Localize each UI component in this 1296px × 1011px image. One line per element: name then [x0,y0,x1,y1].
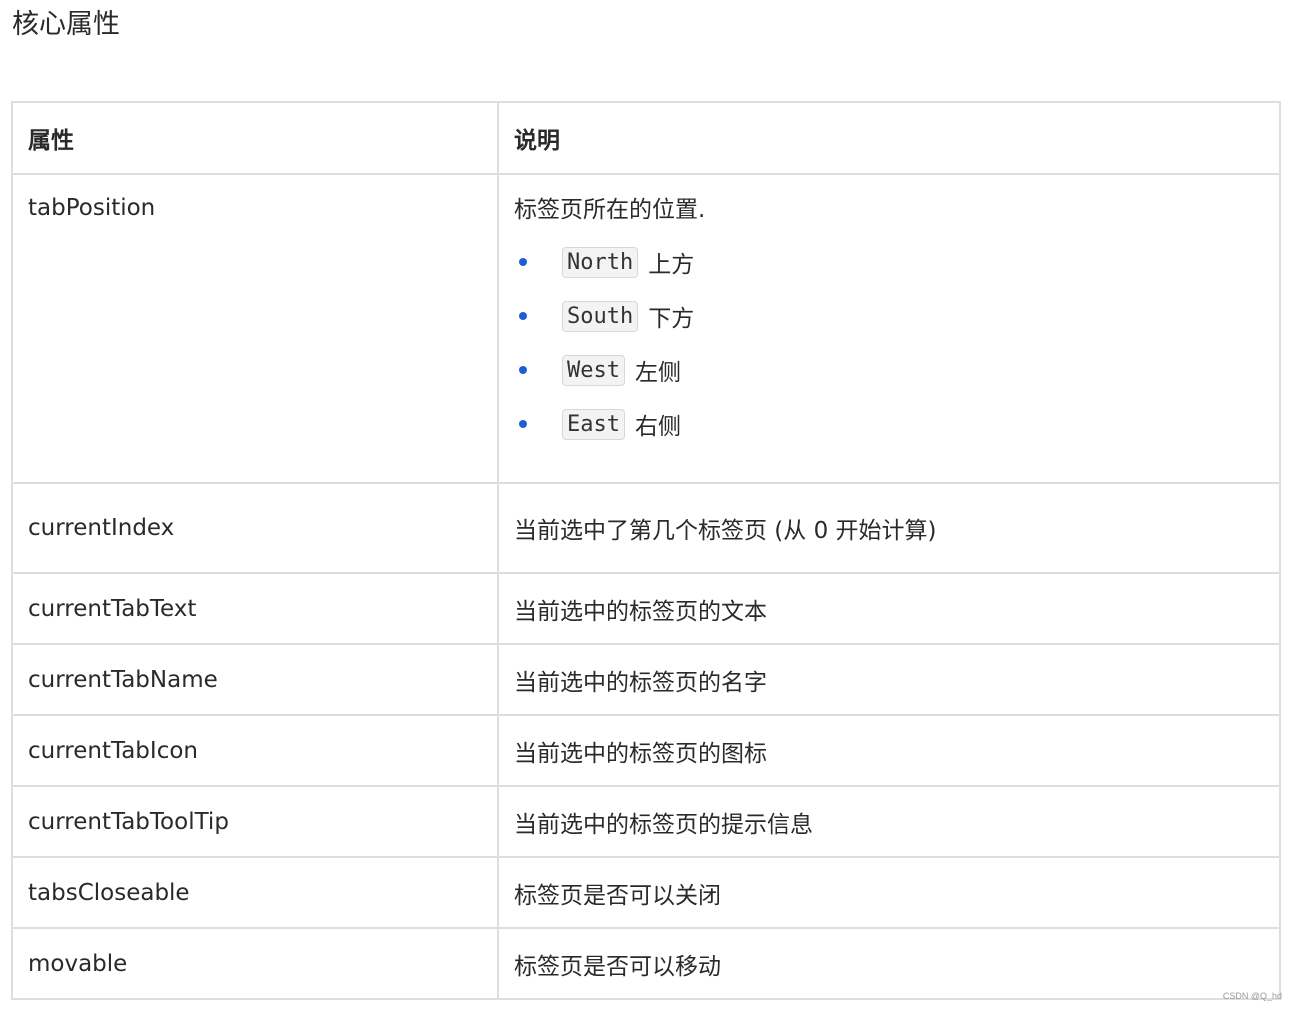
description-text: 标签页所在的位置. [514,197,706,223]
property-name: currentTabIcon [11,714,499,787]
table-row: tabsCloseable 标签页是否可以关闭 [11,856,1281,929]
page-title: 核心属性 [12,9,120,40]
table-row: tabPosition 标签页所在的位置. North 上方 South 下方 [11,173,1281,484]
property-description: 标签页是否可以移动 [497,927,1281,1000]
list-item: North 上方 [514,235,1264,289]
table-row: currentTabText 当前选中的标签页的文本 [11,572,1281,645]
property-description: 当前选中的标签页的名字 [497,643,1281,716]
table-row: currentTabToolTip 当前选中的标签页的提示信息 [11,785,1281,858]
list-item: East 右侧 [514,397,1264,451]
list-item: West 左侧 [514,343,1264,397]
table-row: movable 标签页是否可以移动 [11,927,1281,1000]
table-header-row: 属性 说明 [11,101,1281,175]
property-name: currentTabToolTip [11,785,499,858]
property-name: tabPosition [11,173,499,484]
property-name: movable [11,927,499,1000]
property-description: 当前选中了第几个标签页 (从 0 开始计算) [497,482,1281,574]
table-row: currentTabName 当前选中的标签页的名字 [11,643,1281,716]
table-row: currentTabIcon 当前选中的标签页的图标 [11,714,1281,787]
column-header-description: 说明 [497,101,1281,175]
option-label: 右侧 [634,414,681,440]
option-label: 下方 [648,306,695,332]
list-item: South 下方 [514,289,1264,343]
option-code: North [562,246,639,278]
properties-table: 属性 说明 tabPosition 标签页所在的位置. North 上方 Sou… [11,101,1281,1000]
property-description: 当前选中的标签页的文本 [497,572,1281,645]
property-description: 当前选中的标签页的提示信息 [497,785,1281,858]
bullet-icon [519,366,527,374]
option-label: 上方 [648,252,695,278]
property-name: currentTabText [11,572,499,645]
option-label: 左侧 [634,360,681,386]
property-name: currentTabName [11,643,499,716]
property-description: 当前选中的标签页的图标 [497,714,1281,787]
bullet-icon [519,312,527,320]
bullet-icon [519,258,527,266]
watermark: CSDN @Q_hd [1222,991,1282,1001]
property-name: tabsCloseable [11,856,499,929]
column-header-property: 属性 [11,101,499,175]
option-code: South [562,300,639,332]
property-description: 标签页所在的位置. North 上方 South 下方 West 左侧 East… [497,173,1281,484]
property-description: 标签页是否可以关闭 [497,856,1281,929]
option-code: East [562,408,625,440]
property-name: currentIndex [11,482,499,574]
position-option-list: North 上方 South 下方 West 左侧 East 右侧 [514,235,1264,451]
bullet-icon [519,420,527,428]
table-row: currentIndex 当前选中了第几个标签页 (从 0 开始计算) [11,482,1281,574]
option-code: West [562,354,625,386]
